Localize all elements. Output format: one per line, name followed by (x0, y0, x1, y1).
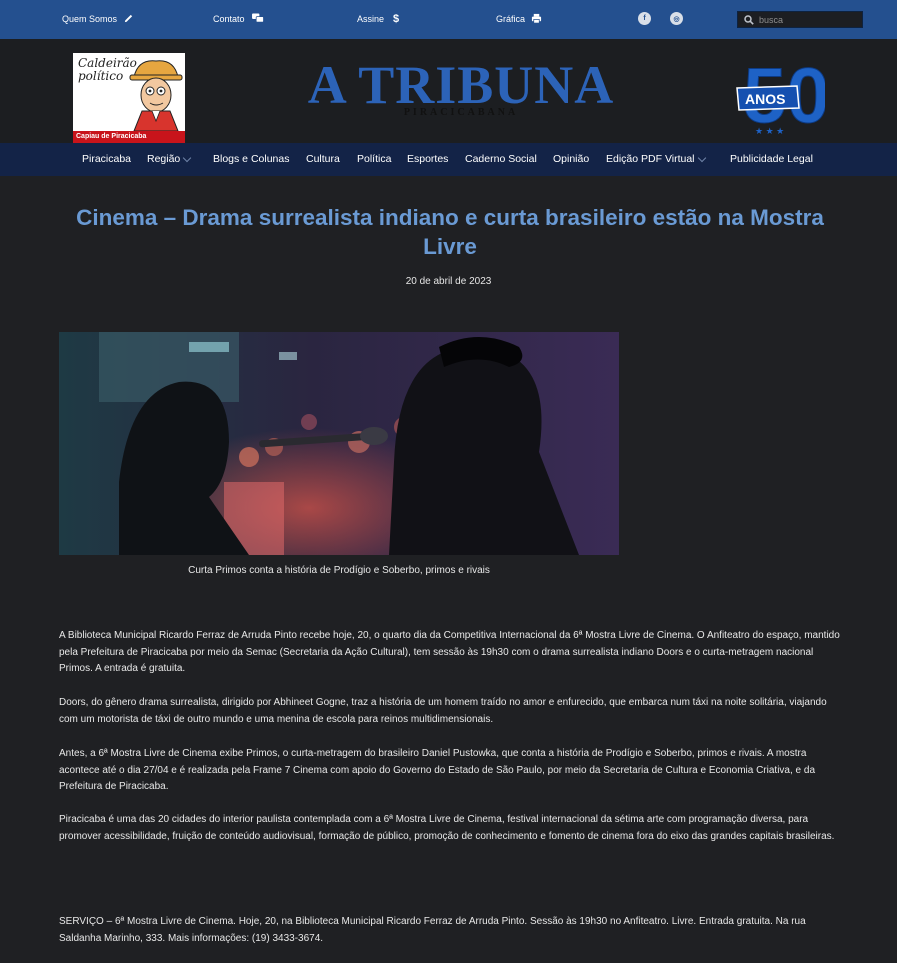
nav-item-blogs-e-colunas[interactable]: Blogs e Colunas (213, 153, 289, 165)
facebook-icon[interactable]: f (638, 12, 651, 25)
nav-item-piracicaba[interactable]: Piracicaba (82, 153, 131, 165)
main-nav: Piracicaba Região Blogs e Colunas Cultur… (0, 143, 897, 176)
printer-icon (531, 13, 542, 24)
nav-item-esportes[interactable]: Esportes (407, 153, 448, 165)
chevron-down-icon (183, 153, 192, 162)
nav-item-regiao[interactable]: Região (147, 153, 192, 165)
search-input[interactable] (759, 14, 854, 25)
article-paragraph: Doors, do gênero drama surrealista, diri… (59, 697, 827, 725)
article-paragraph: A Biblioteca Municipal Ricardo Ferraz de… (59, 630, 840, 674)
article-paragraph: Antes, a 6ª Mostra Livre de Cinema exibe… (59, 748, 816, 792)
assine-link[interactable]: Assine $ (357, 13, 399, 25)
dollar-icon: $ (393, 13, 400, 25)
contato-link[interactable]: Contato (213, 13, 265, 24)
nav-item-politica[interactable]: Política (357, 153, 391, 165)
anniversary-badge-graphic: 50 ANOS ★ ★ ★ (736, 51, 830, 140)
logo-title: A TRIBUNA (307, 55, 615, 115)
article-title: Cinema – Drama surrealista indiano e cur… (76, 205, 824, 259)
svg-text:ANOS: ANOS (745, 91, 785, 107)
article-photo (59, 332, 619, 555)
50-anos-badge: 50 ANOS ★ ★ ★ (735, 50, 830, 140)
nav-item-edicao-pdf-virtual[interactable]: Edição PDF Virtual (606, 153, 706, 165)
chat-icon (251, 13, 264, 23)
service-info-paragraph: SERVIÇO – 6ª Mostra Livre de Cinema. Hoj… (59, 916, 806, 944)
photo-caption: Curta Primos conta a história de Prodígi… (188, 565, 490, 576)
promo-strip: Capiau de Piracicaba (73, 131, 185, 143)
top-bar: Quem Somos Contato Assine $ Gráfica f ◎ (0, 0, 897, 39)
nav-item-publicidade-legal[interactable]: Publicidade Legal (730, 153, 813, 165)
article-date: 20 de abril de 2023 (405, 276, 492, 287)
concert-scene-image (59, 332, 619, 555)
site-logo[interactable]: A TRIBUNA PIRACICABANA (285, 57, 637, 118)
nav-item-opiniao[interactable]: Opinião (553, 153, 589, 165)
caricature-illustration (129, 60, 183, 131)
quem-somos-link[interactable]: Quem Somos (62, 13, 134, 24)
article-paragraph: Piracicaba é uma das 20 cidades do inter… (59, 814, 835, 842)
svg-text:★ ★ ★: ★ ★ ★ (755, 126, 784, 136)
nav-item-cultura[interactable]: Cultura (306, 153, 340, 165)
nav-item-caderno-social[interactable]: Caderno Social (465, 153, 537, 165)
grafica-link[interactable]: Gráfica (496, 13, 542, 24)
search-box (737, 11, 863, 28)
site-header: Caldeirão político Capiau de Piracicaba … (0, 39, 897, 143)
pencil-icon (124, 14, 133, 23)
instagram-icon[interactable]: ◎ (670, 12, 683, 25)
chevron-down-icon (697, 153, 706, 162)
caldeirao-politico-banner[interactable]: Caldeirão político Capiau de Piracicaba (73, 53, 185, 143)
search-icon[interactable] (744, 14, 754, 25)
